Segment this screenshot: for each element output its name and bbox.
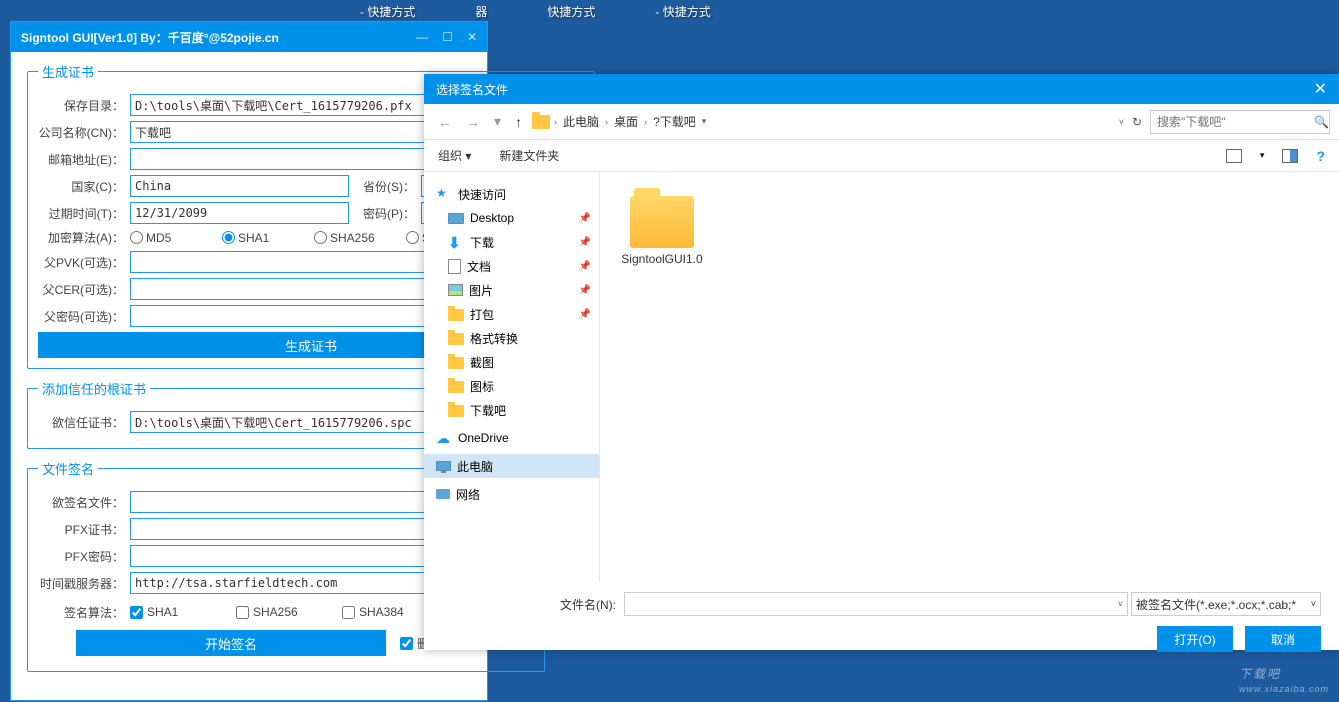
filename-dropdown[interactable]: ˅ (1118, 599, 1123, 609)
filename-label: 文件名(N): (560, 596, 616, 613)
sidebar-downloads[interactable]: ⬇下载📌 (424, 230, 599, 254)
organize-button[interactable]: 组织 ▾ (438, 147, 471, 164)
delete-checkbox[interactable] (400, 637, 413, 650)
algo-sha384-radio[interactable] (406, 231, 419, 244)
country-input[interactable] (130, 175, 349, 197)
file-dialog-window: 选择签名文件 ✕ ← → ▾ ↑ › 此电脑 › 桌面 › ?下载吧 ▾ ˅ ↻… (424, 74, 1339, 650)
nav-up-button[interactable]: ↑ (511, 114, 526, 130)
sidebar-this-pc[interactable]: 此电脑 (424, 454, 599, 478)
dialog-nav: ← → ▾ ↑ › 此电脑 › 桌面 › ?下载吧 ▾ ˅ ↻ 🔍 (424, 104, 1339, 140)
sig-sha384-checkbox[interactable] (342, 606, 355, 619)
search-input[interactable] (1150, 110, 1330, 134)
sig-sha1-checkbox[interactable] (130, 606, 143, 619)
sidebar-format[interactable]: 格式转换 (424, 326, 599, 350)
algo-sha256-radio[interactable] (314, 231, 327, 244)
breadcrumb[interactable]: › 此电脑 › 桌面 › ?下载吧 ▾ (532, 113, 1113, 130)
sidebar-pictures[interactable]: 图片📌 (424, 278, 599, 302)
minimize-button[interactable]: — (416, 30, 428, 44)
filename-input[interactable] (624, 592, 1128, 616)
sidebar-desktop[interactable]: Desktop📌 (424, 206, 599, 230)
close-button[interactable]: ✕ (467, 30, 477, 44)
file-sign-legend: 文件签名 (38, 459, 98, 478)
folder-icon (532, 115, 550, 129)
sidebar-network[interactable]: 网络 (424, 482, 599, 506)
new-folder-button[interactable]: 新建文件夹 (499, 147, 559, 164)
algo-md5-radio[interactable] (130, 231, 143, 244)
folder-icon (630, 196, 694, 248)
dialog-close-button[interactable]: ✕ (1314, 79, 1327, 99)
filetype-select[interactable]: 被签名文件(*.exe;*.ocx;*.cab;*˅ (1131, 592, 1321, 616)
generate-cert-legend: 生成证书 (38, 62, 98, 81)
sig-sha256-checkbox[interactable] (236, 606, 249, 619)
sidebar-documents[interactable]: 文档📌 (424, 254, 599, 278)
nav-forward-button[interactable]: → (462, 114, 484, 130)
signtool-titlebar[interactable]: Signtool GUI[Ver1.0] By：千百度°@52pojie.cn … (11, 22, 487, 52)
sidebar-pack[interactable]: 打包📌 (424, 302, 599, 326)
trust-cert-legend: 添加信任的根证书 (38, 379, 150, 398)
sidebar-quick-access[interactable]: ★快速访问 (424, 182, 599, 206)
path-dropdown[interactable]: ˅ (1119, 117, 1124, 127)
open-button[interactable]: 打开(O) (1157, 626, 1233, 652)
signtool-title: Signtool GUI[Ver1.0] By：千百度°@52pojie.cn (21, 29, 279, 46)
dialog-toolbar: 组织 ▾ 新建文件夹 ▾ ? (424, 140, 1339, 172)
file-list[interactable]: SigntoolGUI1.0 (600, 172, 1339, 582)
trust-cert-fieldset: 添加信任的根证书 欲信任证书： (27, 379, 471, 449)
nav-back-button[interactable]: ← (434, 114, 456, 130)
dialog-titlebar[interactable]: 选择签名文件 ✕ (424, 74, 1339, 104)
start-sign-button[interactable]: 开始签名 (76, 630, 386, 656)
maximize-button[interactable]: ☐ (442, 30, 453, 44)
preview-button[interactable] (1282, 149, 1298, 163)
help-button[interactable]: ? (1316, 148, 1325, 164)
sidebar-screenshot[interactable]: 截图 (424, 350, 599, 374)
view-button[interactable] (1226, 149, 1242, 163)
desktop-icons: - 快捷方式 器 快捷方式 - 快捷方式 (360, 3, 711, 20)
sidebar-onedrive[interactable]: ☁OneDrive (424, 426, 599, 450)
expire-input[interactable] (130, 202, 349, 224)
algo-sha1-radio[interactable] (222, 231, 235, 244)
dialog-sidebar: ★快速访问 Desktop📌 ⬇下载📌 文档📌 图片📌 打包📌 格式转换 截图 … (424, 172, 600, 582)
nav-dropdown-button[interactable]: ▾ (490, 113, 505, 130)
dialog-title: 选择签名文件 (436, 81, 508, 98)
trust-cert-input[interactable] (130, 411, 460, 433)
watermark: 下载吧 www.xiazaiba.com (1239, 661, 1329, 694)
sidebar-icons[interactable]: 图标 (424, 374, 599, 398)
refresh-button[interactable]: ↻ (1132, 115, 1142, 129)
file-item-signtoolgui[interactable]: SigntoolGUI1.0 (612, 184, 712, 270)
signtool-window: Signtool GUI[Ver1.0] By：千百度°@52pojie.cn … (10, 21, 488, 701)
cancel-button[interactable]: 取消 (1245, 626, 1321, 652)
search-icon[interactable]: 🔍 (1314, 115, 1329, 129)
sidebar-xiazaiba[interactable]: 下载吧 (424, 398, 599, 422)
